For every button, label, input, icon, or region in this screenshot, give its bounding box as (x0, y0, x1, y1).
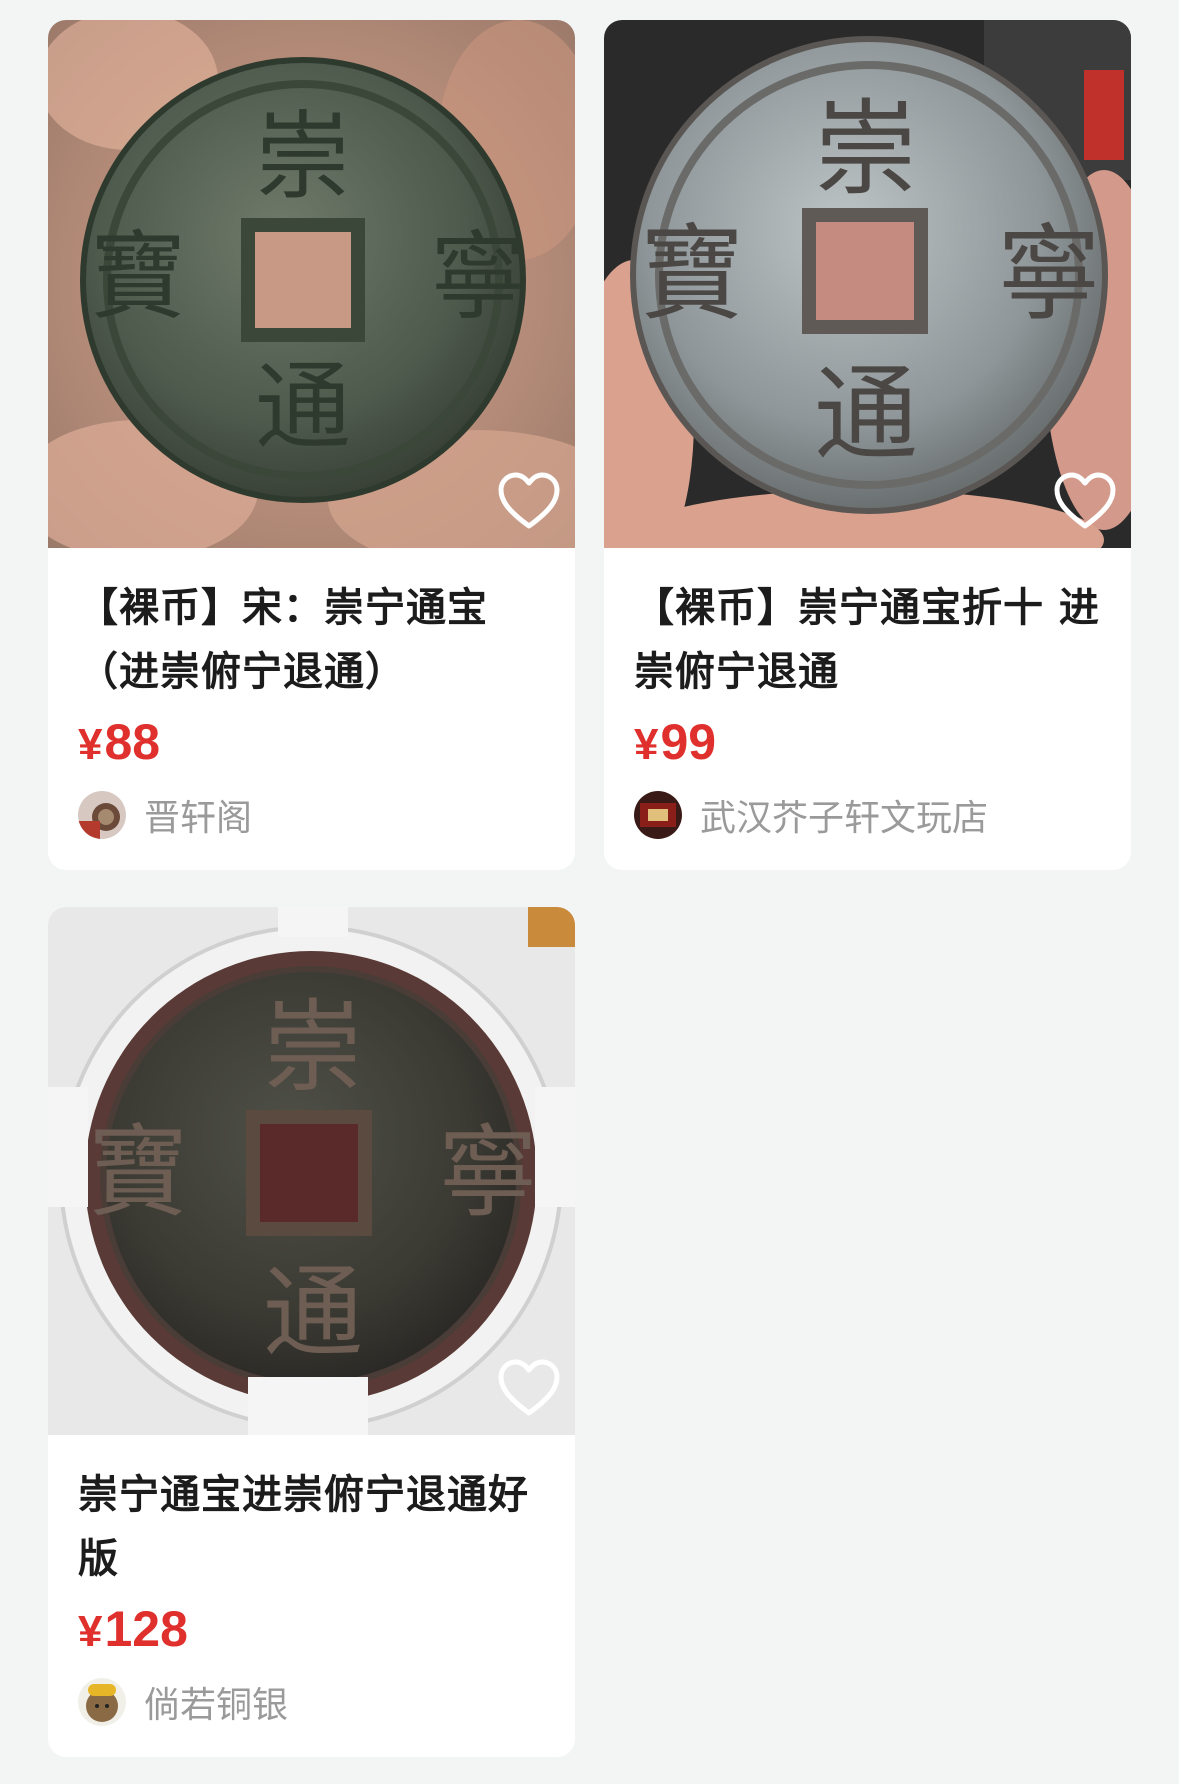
price-value: 88 (104, 714, 161, 770)
svg-text:寶: 寶 (640, 213, 744, 335)
seller-info[interactable]: 武汉芥子轩文玩店 (634, 790, 1101, 840)
product-price: ¥88 (78, 710, 545, 774)
currency-symbol: ¥ (78, 720, 103, 769)
svg-text:寧: 寧 (997, 213, 1101, 335)
coin-photo: 崇 寧 通 寶 (48, 20, 575, 548)
svg-text:寧: 寧 (430, 221, 526, 333)
svg-text:通: 通 (255, 351, 351, 463)
seller-info[interactable]: 倘若铜银 (78, 1677, 545, 1727)
product-price: ¥99 (634, 710, 1101, 774)
product-title[interactable]: 【裸币】宋：崇宁通宝（进崇俯宁退通） (78, 576, 545, 704)
favorite-heart-icon[interactable] (1053, 470, 1117, 534)
currency-symbol: ¥ (634, 720, 659, 769)
product-price: ¥128 (78, 1597, 545, 1661)
product-card[interactable]: 崇 寧 通 寶 【裸币】崇宁通宝折十 进崇俯宁退通 ¥99 武汉芥子轩文玩店 (604, 20, 1131, 870)
price-value: 128 (104, 1601, 188, 1657)
seller-name[interactable]: 武汉芥子轩文玩店 (700, 789, 988, 841)
favorite-heart-icon[interactable] (497, 470, 561, 534)
product-card[interactable]: 崇 寧 通 寶 【裸币】宋：崇宁通宝（进崇俯宁退通） ¥88 晋轩阁 (48, 20, 575, 870)
svg-text:崇: 崇 (255, 101, 351, 213)
currency-symbol: ¥ (78, 1607, 103, 1656)
product-title[interactable]: 崇宁通宝进崇俯宁退通好版 (78, 1463, 545, 1591)
svg-text:崇: 崇 (814, 88, 918, 210)
seller-name[interactable]: 晋轩阁 (144, 789, 252, 841)
price-value: 99 (660, 714, 717, 770)
svg-text:崇: 崇 (263, 989, 363, 1106)
product-image[interactable]: 崇 寧 通 寶 (48, 907, 575, 1435)
svg-text:寶: 寶 (88, 1114, 188, 1231)
seller-avatar[interactable] (78, 791, 126, 839)
seller-avatar[interactable] (78, 1678, 126, 1726)
product-title[interactable]: 【裸币】崇宁通宝折十 进崇俯宁退通 (634, 576, 1101, 704)
product-image[interactable]: 崇 寧 通 寶 (604, 20, 1131, 548)
slabbed-coin-photo: 崇 寧 通 寶 (48, 907, 575, 1435)
seller-info[interactable]: 晋轩阁 (78, 790, 545, 840)
product-card[interactable]: 崇 寧 通 寶 崇宁通宝进崇俯宁退通好版 ¥128 倘若铜银 (48, 907, 575, 1757)
svg-text:寧: 寧 (438, 1114, 538, 1231)
seller-name[interactable]: 倘若铜银 (144, 1676, 288, 1728)
top-divider (0, 0, 1179, 18)
favorite-heart-icon[interactable] (497, 1357, 561, 1421)
coin-photo: 崇 寧 通 寶 (604, 20, 1131, 548)
svg-text:通: 通 (814, 353, 918, 475)
product-image[interactable]: 崇 寧 通 寶 (48, 20, 575, 548)
svg-text:寶: 寶 (90, 221, 186, 333)
svg-text:通: 通 (263, 1254, 363, 1371)
seller-avatar[interactable] (634, 791, 682, 839)
